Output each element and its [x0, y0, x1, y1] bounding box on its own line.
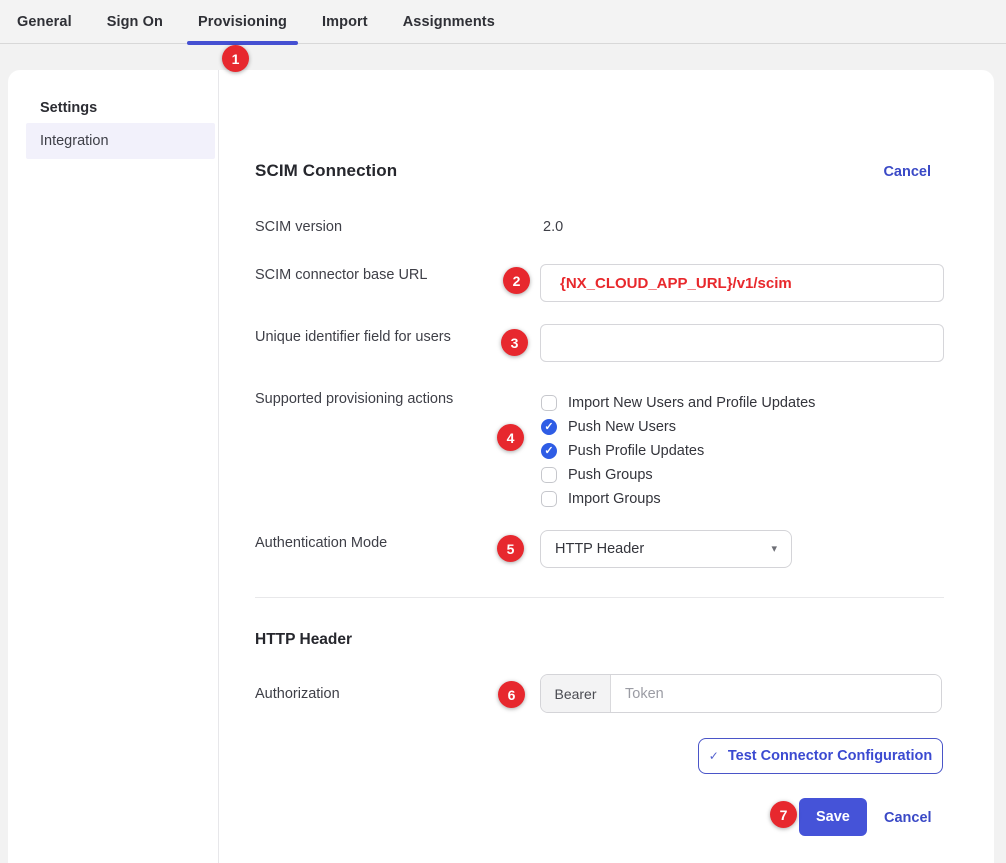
selected-option-label: HTTP Header [555, 541, 644, 557]
checkbox-label: Push Profile Updates [568, 443, 704, 459]
unique-id-input[interactable] [540, 324, 944, 362]
app-window: General Sign On Provisioning Import Assi… [0, 0, 1006, 863]
tab-bar: General Sign On Provisioning Import Assi… [0, 0, 1006, 44]
section-divider [255, 597, 944, 598]
checkbox-row-push-new-users[interactable]: Push New Users [541, 415, 676, 439]
unique-id-label: Unique identifier field for users [255, 329, 451, 345]
scim-version-value: 2.0 [543, 219, 563, 235]
scim-version-label: SCIM version [255, 219, 342, 235]
checkbox-import-new-users[interactable] [541, 395, 557, 411]
token-input[interactable] [611, 675, 941, 712]
http-header-heading: HTTP Header [255, 631, 352, 649]
checkbox-row-import-groups[interactable]: Import Groups [541, 487, 661, 511]
annotation-badge-3: 3 [501, 329, 528, 356]
annotation-badge-5: 5 [497, 535, 524, 562]
annotation-badge-6: 6 [498, 681, 525, 708]
check-icon: ✓ [709, 749, 719, 763]
chevron-down-icon: ▾ [771, 544, 777, 555]
authentication-mode-select[interactable]: HTTP Header ▾ [540, 530, 792, 568]
test-connector-label: Test Connector Configuration [728, 748, 932, 764]
checkbox-row-push-groups[interactable]: Push Groups [541, 463, 653, 487]
checkbox-label: Push Groups [568, 467, 653, 483]
authorization-input-group: Bearer [540, 674, 942, 713]
cancel-link-top[interactable]: Cancel [883, 164, 931, 180]
tab-import[interactable]: Import [322, 0, 368, 44]
settings-sidebar: Settings Integration [8, 70, 219, 863]
base-url-input[interactable] [540, 264, 944, 302]
page-title: SCIM Connection [255, 161, 397, 181]
tab-assignments[interactable]: Assignments [403, 0, 495, 44]
annotation-badge-1: 1 [222, 45, 249, 72]
annotation-badge-4: 4 [497, 424, 524, 451]
tab-sign-on[interactable]: Sign On [107, 0, 163, 44]
base-url-label: SCIM connector base URL [255, 267, 427, 283]
test-connector-button[interactable]: ✓ Test Connector Configuration [698, 738, 943, 774]
cancel-link-bottom[interactable]: Cancel [884, 810, 932, 826]
provisioning-panel: Settings Integration SCIM Connection Can… [8, 70, 994, 863]
auth-mode-label: Authentication Mode [255, 535, 387, 551]
checkbox-row-import-new-users[interactable]: Import New Users and Profile Updates [541, 391, 815, 415]
annotation-badge-2: 2 [503, 267, 530, 294]
sidebar-item-integration[interactable]: Integration [26, 123, 215, 159]
checkbox-push-profile-updates[interactable] [541, 443, 557, 459]
actions-label: Supported provisioning actions [255, 391, 453, 407]
tab-provisioning[interactable]: Provisioning [198, 0, 287, 44]
checkbox-label: Import Groups [568, 491, 661, 507]
annotation-badge-7: 7 [770, 801, 797, 828]
checkbox-label: Import New Users and Profile Updates [568, 395, 815, 411]
tab-general[interactable]: General [17, 0, 72, 44]
save-button[interactable]: Save [799, 798, 867, 836]
checkbox-label: Push New Users [568, 419, 676, 435]
sidebar-item-label: Integration [40, 133, 109, 149]
sidebar-header-settings: Settings [40, 100, 97, 116]
bearer-prefix: Bearer [541, 675, 611, 712]
checkbox-push-groups[interactable] [541, 467, 557, 483]
authorization-label: Authorization [255, 686, 340, 702]
checkbox-row-push-profile-updates[interactable]: Push Profile Updates [541, 439, 704, 463]
checkbox-import-groups[interactable] [541, 491, 557, 507]
checkbox-push-new-users[interactable] [541, 419, 557, 435]
